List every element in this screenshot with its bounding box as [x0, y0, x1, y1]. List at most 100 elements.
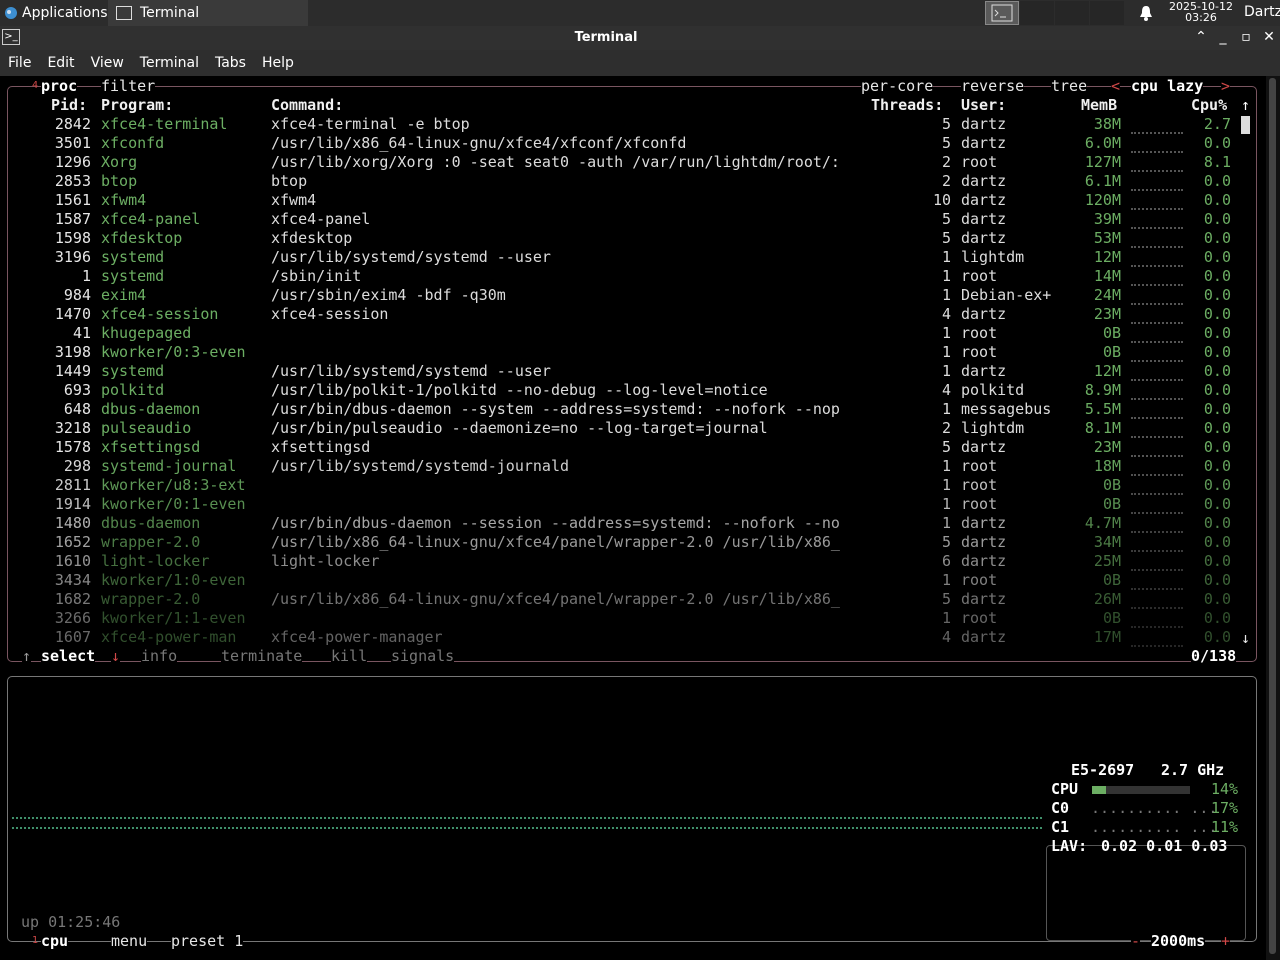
- proc-row[interactable]: 1682 wrapper-2.0/usr/lib/x86_64-linux-gnu…: [0, 590, 1266, 609]
- terminal-scrollbar-thumb[interactable]: [1269, 78, 1276, 954]
- proc-cell-mem: 0B: [1102, 324, 1121, 342]
- proc-select[interactable]: select: [41, 647, 96, 666]
- window-shade-button[interactable]: ⌃: [1192, 28, 1210, 46]
- terminal-area[interactable]: 4 proc filter per-core reverse tree < cp…: [0, 76, 1266, 960]
- proc-row[interactable]: 1914 kworker/0:1-even 1 root 0B 0.0: [0, 495, 1266, 514]
- window-minimize-button[interactable]: _: [1214, 28, 1232, 46]
- proc-sort-prev[interactable]: <: [1111, 77, 1121, 96]
- proc-row[interactable]: 1480 dbus-daemon/usr/bin/dbus-daemon --se…: [0, 514, 1266, 533]
- window-titlebar[interactable]: >_ Terminal ⌃ _ ▫ ✕: [0, 26, 1280, 50]
- proc-row[interactable]: 1561 xfwm4 xfwm4 10 dartz 120M 0.0: [0, 191, 1266, 210]
- col-mem[interactable]: MemB: [1081, 96, 1117, 115]
- proc-cell-mem: 17M: [1093, 628, 1121, 646]
- proc-cell-cpu: 0.0: [1203, 229, 1231, 247]
- col-pid[interactable]: Pid:: [51, 96, 87, 115]
- proc-cell-program: wrapper-2.0: [101, 533, 201, 551]
- proc-row[interactable]: 3218 pulseaudio/usr/bin/pulseaudio --daem…: [0, 419, 1266, 438]
- proc-row[interactable]: 1598 xfdesktop xfdesktop 5 dartz 53M 0.0: [0, 229, 1266, 248]
- menu-tabs[interactable]: Tabs: [207, 55, 254, 71]
- taskbar-window-button[interactable]: Terminal: [108, 0, 308, 26]
- proc-count: 0/138: [1191, 647, 1237, 666]
- col-program[interactable]: Program:: [101, 96, 173, 115]
- proc-row[interactable]: 984 exim4/usr/sbin/exim4 -bdf -q30m 1 Debia…: [0, 286, 1266, 305]
- proc-row[interactable]: 3501 xfconfd/usr/lib/x86_64-linux-gnu/xfc…: [0, 134, 1266, 153]
- scroll-down-arrow-icon[interactable]: ↓: [1241, 629, 1250, 648]
- terminal-scrollbar[interactable]: [1266, 76, 1280, 960]
- proc-cell-mem: 6.1M: [1084, 172, 1121, 190]
- proc-cell-user: dartz: [961, 229, 1007, 247]
- proc-row[interactable]: 41 khugepaged 1 root 0B 0.0: [0, 324, 1266, 343]
- proc-cell-cpu: 0.0: [1203, 476, 1231, 494]
- menubar: File Edit View Terminal Tabs Help: [0, 50, 1280, 76]
- clock[interactable]: 2025-10-12 03:26: [1166, 1, 1236, 23]
- proc-reverse-toggle[interactable]: reverse: [961, 77, 1025, 96]
- proc-row[interactable]: 3266 kworker/1:1-even 1 root 0B 0.0: [0, 609, 1266, 628]
- proc-sort-field[interactable]: cpu lazy: [1131, 77, 1204, 96]
- proc-row[interactable]: 3196 systemd/usr/lib/systemd/systemd --us…: [0, 248, 1266, 267]
- menu-help[interactable]: Help: [254, 55, 302, 71]
- proc-row[interactable]: 1 systemd/sbin/init 1 root 14M 0.0: [0, 267, 1266, 286]
- clock-time: 03:26: [1185, 11, 1217, 24]
- col-cpu[interactable]: Cpu%: [1191, 96, 1227, 115]
- proc-cell-cpu: 0.0: [1203, 362, 1231, 380]
- proc-row[interactable]: 1578 xfsettingsd xfsettingsd 5 dartz 23M 0.0: [0, 438, 1266, 457]
- cpu-model: E5-2697: [1071, 761, 1135, 780]
- proc-cell-command: xfce4-power-manager: [271, 628, 443, 646]
- proc-row[interactable]: 3434 kworker/1:0-even 1 root 0B 0.0: [0, 571, 1266, 590]
- proc-cell-mem: 39M: [1093, 210, 1121, 228]
- applications-menu-button[interactable]: Applications ⋮: [0, 0, 126, 26]
- interval-minus-button[interactable]: -: [1131, 932, 1141, 951]
- proc-row[interactable]: 2811 kworker/u8:3-ext 1 root 0B 0.0: [0, 476, 1266, 495]
- proc-info[interactable]: info: [141, 647, 178, 666]
- proc-row[interactable]: 1607 xfce4-power-man xfce4-power-manager 4 d…: [0, 628, 1266, 647]
- proc-row[interactable]: 1652 wrapper-2.0/usr/lib/x86_64-linux-gnu…: [0, 533, 1266, 552]
- proc-row[interactable]: 1587 xfce4-panel xfce4-panel 5 dartz 39M 0.0: [0, 210, 1266, 229]
- proc-cpu-mini-graph: [1131, 210, 1183, 229]
- workspace-2[interactable]: [1020, 1, 1054, 25]
- menu-file[interactable]: File: [0, 55, 39, 71]
- proc-scroll-thumb[interactable]: [1241, 116, 1250, 134]
- proc-terminate[interactable]: terminate: [221, 647, 303, 666]
- proc-row[interactable]: 1470 xfce4-session xfce4-session 4 dartz 23M 0…: [0, 305, 1266, 324]
- proc-sort-next[interactable]: >: [1221, 77, 1231, 96]
- cpu-menu-button[interactable]: menu: [111, 932, 148, 951]
- cpu-tab-label[interactable]: cpu: [41, 932, 69, 951]
- proc-row[interactable]: 693 polkitd/usr/lib/polkit-1/polkitd --no…: [0, 381, 1266, 400]
- proc-cell-program: xfconfd: [101, 134, 165, 152]
- proc-tree-toggle[interactable]: tree: [1051, 77, 1088, 96]
- cpu-preset[interactable]: preset 1: [171, 932, 244, 951]
- col-command[interactable]: Command:: [271, 96, 343, 115]
- col-user[interactable]: User:: [961, 96, 1006, 115]
- proc-cell-pid: 984: [63, 286, 91, 304]
- notification-bell-icon[interactable]: [1138, 4, 1154, 22]
- scroll-up-arrow-icon[interactable]: ↑: [1241, 96, 1250, 115]
- proc-cpu-mini-graph: [1131, 438, 1183, 457]
- window-close-button[interactable]: ✕: [1260, 28, 1278, 46]
- proc-row[interactable]: 1610 light-locker light-locker 6 dartz 25M 0.0: [0, 552, 1266, 571]
- menu-edit[interactable]: Edit: [39, 55, 82, 71]
- proc-row[interactable]: 2842 xfce4-terminal xfce4-terminal -e btop…: [0, 115, 1266, 134]
- proc-signals[interactable]: signals: [391, 647, 455, 666]
- proc-row[interactable]: 1449 systemd/usr/lib/systemd/systemd --us…: [0, 362, 1266, 381]
- workspace-4[interactable]: [1090, 1, 1124, 25]
- proc-tab-label[interactable]: proc: [41, 77, 78, 96]
- menu-view[interactable]: View: [83, 55, 132, 71]
- proc-row[interactable]: 2853 btop btop 2 dartz 6.1M 0.0: [0, 172, 1266, 191]
- proc-row[interactable]: 298 systemd-journal/usr/lib/systemd/syste…: [0, 457, 1266, 476]
- workspace-1[interactable]: [985, 1, 1019, 25]
- menu-terminal[interactable]: Terminal: [132, 55, 207, 71]
- col-threads[interactable]: Threads:: [871, 96, 943, 115]
- proc-cell-command: xfce4-session: [271, 305, 389, 323]
- proc-cell-user: dartz: [961, 362, 1007, 380]
- proc-per-core-toggle[interactable]: per-core: [861, 77, 934, 96]
- proc-filter[interactable]: filter: [101, 77, 156, 96]
- proc-row[interactable]: 3198 kworker/0:3-even 1 root 0B 0.0: [0, 343, 1266, 362]
- proc-kill[interactable]: kill: [331, 647, 368, 666]
- user-menu[interactable]: Dartz: [1244, 4, 1280, 20]
- workspace-3[interactable]: [1055, 1, 1089, 25]
- proc-row[interactable]: 648 dbus-daemon/usr/bin/dbus-daemon --sys…: [0, 400, 1266, 419]
- interval-plus-button[interactable]: +: [1221, 932, 1231, 951]
- window-maximize-button[interactable]: ▫: [1237, 28, 1255, 46]
- proc-cell-command: /usr/lib/systemd/systemd --user: [271, 362, 551, 380]
- proc-row[interactable]: 1296 Xorg/usr/lib/xorg/Xorg :0 -seat seat…: [0, 153, 1266, 172]
